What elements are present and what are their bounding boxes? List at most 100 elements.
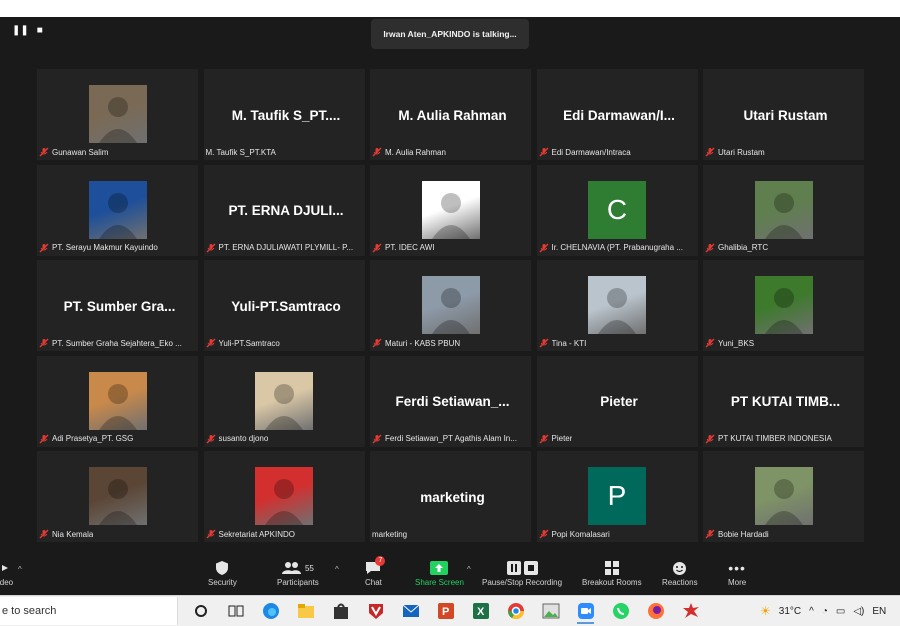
muted-mic-icon [539,434,548,443]
chrome-icon[interactable] [501,598,530,624]
mail-icon[interactable] [396,598,425,624]
battery-icon[interactable]: ▭ [836,606,845,617]
participant-tile[interactable]: M. Aulia Rahman M. Aulia Rahman [370,69,531,160]
temperature[interactable]: 31°C [779,606,801,617]
participant-name: Yuni_BKS [718,338,755,348]
taskbar-search[interactable]: e to search [0,597,178,625]
participant-tile[interactable]: Tina - KTI [536,260,698,351]
participants-caret-icon[interactable]: ^ [335,565,339,574]
profile-photo [255,467,313,525]
participant-tile[interactable]: Ghalibia_RTC [703,164,864,256]
stop-icon[interactable]: ■ [37,25,43,37]
muted-mic-icon [206,243,215,252]
muted-mic-icon [705,147,715,157]
participant-label: M. Aulia Rahman [372,145,446,159]
reactions-button[interactable]: Reactions [662,558,698,587]
participant-tile[interactable]: PT. Serayu Makmur Kayuindo [37,164,198,256]
task-view-icon[interactable] [221,598,250,624]
muted-mic-icon [372,338,382,348]
cortana-icon[interactable] [186,598,215,624]
participant-tile[interactable]: Edi Darmawan/I... Edi Darmawan/Intraca [536,69,698,160]
talking-banner: Irwan Aten_APKINDO is talking... [371,19,529,49]
share-screen-button[interactable]: Share Screen [415,558,464,587]
participant-tile[interactable]: M. Taufik S_PT.... M. Taufik S_PT.KTA [203,69,365,160]
participant-label: Adi Prasetya_PT. GSG [39,432,133,446]
profile-photo [588,276,646,334]
chat-badge: 7 [375,556,386,566]
language-indicator[interactable]: EN [872,606,886,617]
chat-button[interactable]: 7 Chat [365,556,386,587]
participant-label: PT. IDEC AWI [372,241,435,255]
volume-icon[interactable]: ◁) [853,606,864,617]
participant-label: Nia Kemala [39,527,93,541]
participant-name: Tina - KTI [551,338,587,348]
participant-name: Utari Rustam [718,147,765,157]
participant-label: marketing [372,527,407,541]
chevron-up-icon[interactable]: ^ [809,606,814,617]
profile-photo [88,180,147,239]
file-explorer-icon[interactable] [291,598,320,624]
whatsapp-icon[interactable] [606,598,635,624]
video-caret-icon[interactable]: ^ [18,565,22,574]
security-button[interactable]: Security [208,558,237,587]
muted-mic-icon [206,529,215,539]
firefox-icon[interactable] [641,598,670,624]
app-splat-icon[interactable] [676,598,705,624]
participant-name: Adi Prasetya_PT. GSG [52,434,134,443]
participant-name: PT. ERNA DJULIAWATI PLYMILL- P... [218,243,354,252]
more-button[interactable]: ••• More [728,558,746,587]
stop-recording-icon [523,561,538,575]
profile-photo [421,180,480,239]
participant-tile[interactable]: Bobie Hardadi [703,451,864,542]
participant-tile[interactable]: susanto djono [203,355,365,447]
network-icon[interactable]: ◔ [822,606,828,617]
muted-mic-icon [705,243,715,252]
participant-tile[interactable]: Gunawan Salim [37,69,198,160]
participant-tile[interactable]: Sekretariat APKINDO [203,451,365,542]
participant-tile[interactable]: Yuli-PT.Samtraco Yuli-PT.Samtraco [203,260,365,351]
participant-tile[interactable]: PT. IDEC AWI [370,164,531,256]
participant-tile[interactable]: C Ir. CHELNAVIA (PT. Prabanugraha ... [536,164,698,256]
participants-button[interactable]: 55 Participants [277,558,319,587]
photos-icon[interactable] [536,598,565,624]
participant-tile[interactable]: PT. ERNA DJULI... PT. ERNA DJULIAWATI PLY… [203,164,365,256]
powerpoint-icon[interactable]: P [431,598,460,624]
participant-tile[interactable]: Maturi - KABS PBUN [370,260,531,351]
video-button[interactable]: ideo [0,558,13,587]
weather-icon[interactable]: ☀ [760,604,771,618]
participant-tile[interactable]: Adi Prasetya_PT. GSG [37,355,198,447]
zoom-icon[interactable] [571,598,600,624]
pause-icon[interactable]: ❚❚ [12,25,29,37]
initial-avatar: P [588,467,646,525]
participant-tile[interactable]: Yuni_BKS [703,260,864,351]
participant-tile[interactable]: PT KUTAI TIMB... PT KUTAI TIMBER INDONESI… [703,355,864,447]
profile-photo [88,467,147,525]
recording-button[interactable]: Pause/Stop Recording [482,558,562,587]
participant-label: Yuli-PT.Samtraco [206,336,280,350]
participants-icon [281,562,301,574]
participant-tile[interactable]: P Popi Komalasari [536,451,698,542]
participant-tile[interactable]: Pieter Pieter [536,355,698,447]
participant-name: Ir. CHELNAVIA (PT. Prabanugraha ... [551,243,683,252]
excel-icon[interactable]: X [466,598,495,624]
participant-tile[interactable]: Ferdi Setiawan_... Ferdi Setiawan_PT Agat… [370,355,531,447]
profile-photo [88,85,147,143]
meeting-stage: ❚❚ ■ Irwan Aten_APKINDO is talking... Gu… [0,17,900,555]
mcafee-icon[interactable] [361,598,390,624]
share-caret-icon[interactable]: ^ [467,565,471,574]
edge-icon[interactable] [256,598,285,624]
profile-photo [754,467,813,525]
participant-tile[interactable]: PT. Sumber Gra... PT. Sumber Graha Sejaht… [37,260,198,351]
profile-photo [421,276,480,334]
profile-photo [88,371,147,430]
participant-tile[interactable]: Nia Kemala [37,451,198,542]
pause-recording-icon [506,561,521,575]
muted-mic-icon [705,529,715,539]
store-icon[interactable] [326,598,355,624]
participant-name: Ghalibia_RTC [718,243,769,252]
participant-name: Edi Darmawan/Intraca [551,147,631,157]
view-controls[interactable]: ❚❚ ■ [12,25,43,37]
participant-tile[interactable]: marketing marketing [370,451,531,542]
participant-tile[interactable]: Utari Rustam Utari Rustam [703,69,864,160]
breakout-rooms-button[interactable]: Breakout Rooms [582,558,642,587]
